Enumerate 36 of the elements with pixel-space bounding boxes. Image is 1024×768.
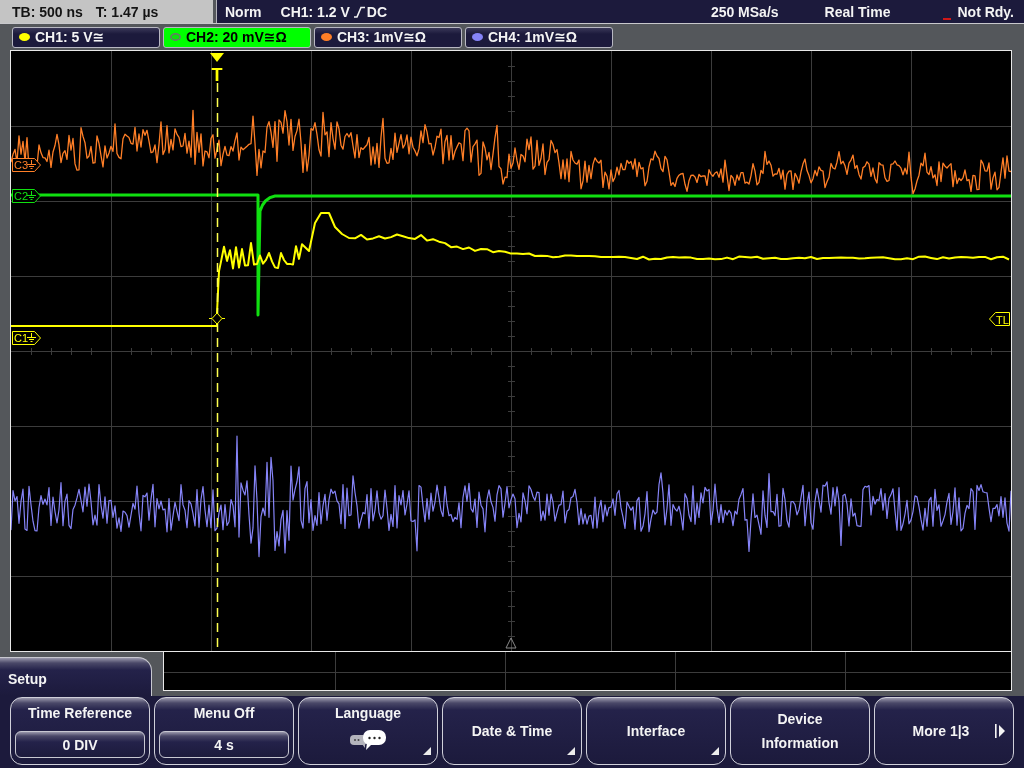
trigger-marker-label: T	[211, 65, 223, 85]
submenu-corner-icon	[711, 747, 719, 755]
softkey-button[interactable]: More 1|3	[874, 697, 1014, 765]
submenu-corner-icon	[567, 747, 575, 755]
value-display: 0 DIV	[15, 731, 145, 758]
timebase-label: TB: 500 ns	[12, 2, 83, 21]
softkey-button[interactable]: Language	[298, 697, 438, 765]
trigger-mode-label: Norm	[225, 2, 262, 21]
softkey-button[interactable]: Time Reference 0 DIV	[10, 697, 150, 765]
softkey-button[interactable]: Device Information	[730, 697, 870, 765]
next-page-icon	[995, 724, 1005, 738]
up-triangle-icon	[505, 637, 517, 649]
channel-tab[interactable]: CH1: 5 V≅	[12, 26, 160, 48]
marker-label: C3	[14, 159, 29, 171]
sample-rate-label: 250 MSa/s	[710, 2, 779, 21]
rising-edge-icon	[353, 5, 365, 18]
marker-label: TL	[996, 313, 1009, 326]
softkey-button[interactable]: Menu Off 4 s	[154, 697, 294, 765]
channel-tab[interactable]: CH2: 20 mV≅Ω	[163, 26, 311, 48]
down-triangle-icon	[210, 53, 224, 62]
diamond-icon	[208, 312, 226, 325]
trigger-level-label: CH1: 1.2 V	[280, 2, 350, 21]
speech-bubbles-icon	[350, 729, 386, 751]
value-display: 4 s	[159, 731, 289, 758]
channel-tab[interactable]: CH3: 1mV≅Ω	[314, 26, 462, 48]
menu-title-panel: Setup	[0, 657, 152, 696]
marker-label: C2	[14, 190, 29, 202]
marker-label: C1	[14, 332, 29, 344]
channel-tab[interactable]: CH4: 1mV≅Ω	[465, 26, 613, 48]
softkey-button[interactable]: Interface	[586, 697, 726, 765]
coupling-label: DC	[366, 2, 388, 21]
submenu-corner-icon	[423, 747, 431, 755]
acquisition-status-label: Not Rdy.	[957, 2, 1014, 21]
acquisition-mode-label: Real Time	[824, 2, 891, 21]
trigger-time-label: T: 1.47 µs	[95, 2, 159, 21]
softkey-button[interactable]: Date & Time	[442, 697, 582, 765]
